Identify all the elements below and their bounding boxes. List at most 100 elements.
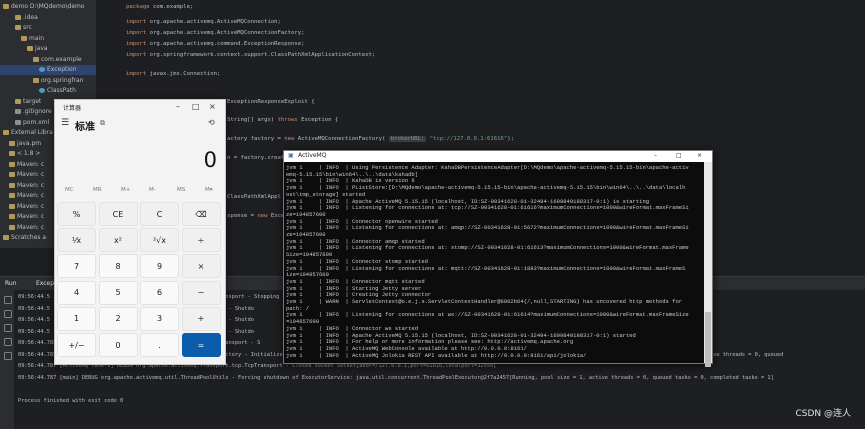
class-icon — [39, 67, 45, 72]
tree-item-label: org.springfran — [41, 76, 84, 84]
calc-key[interactable]: ÷ — [181, 228, 221, 253]
calc-key[interactable]: 6 — [140, 280, 179, 305]
amq-close-icon[interactable]: × — [697, 152, 702, 159]
calc-key[interactable]: ⅟x — [57, 228, 96, 253]
code-line: import org.apache.activemq.ActiveMQConne… — [126, 30, 305, 36]
file-icon — [15, 119, 21, 125]
calc-key[interactable]: 9 — [140, 254, 179, 279]
calc-key[interactable]: + — [181, 306, 221, 331]
tree-item-label: pom.xml — [23, 118, 50, 126]
console-line: Process finished with exit code 0 — [18, 397, 124, 404]
tree-item[interactable]: .idea — [0, 13, 96, 23]
menu-icon[interactable]: ☰ — [61, 118, 69, 128]
tree-item[interactable]: main — [0, 34, 96, 44]
memory-button[interactable]: M+ — [121, 187, 130, 193]
vertical-scrollbar[interactable] — [704, 162, 712, 367]
tree-item-label: target — [23, 97, 42, 105]
tree-item-label: Maven: c — [17, 160, 45, 168]
folder-icon — [27, 46, 33, 51]
code-line: package com.example; — [126, 4, 194, 10]
folder-icon — [9, 224, 15, 230]
calculator-window[interactable]: 计算器 – □ × ☰ 标准 ⧉ ⟲ 0 MC MR M+ M- MS M▾% CE C ⌫ ⅟x… — [54, 99, 226, 365]
calculator-title: 计算器 — [63, 105, 82, 112]
tree-item[interactable]: org.springfran — [0, 76, 96, 86]
calc-key[interactable]: . — [140, 333, 179, 357]
calc-key[interactable]: × — [181, 254, 221, 279]
calc-key[interactable]: +/− — [57, 333, 96, 357]
tree-item-label: < 1.8 > — [17, 150, 41, 157]
memory-button[interactable]: MC — [65, 187, 74, 193]
calc-key[interactable]: 8 — [98, 254, 138, 279]
calc-key[interactable]: 0 — [98, 333, 138, 357]
amq-minimize-icon[interactable]: – — [654, 152, 657, 159]
memory-button[interactable]: MS — [177, 187, 185, 193]
tab-run[interactable]: Run — [5, 280, 17, 287]
code-line: import org.apache.activemq.ActiveMQConne… — [126, 19, 281, 25]
tree-item-label: Maven: c — [17, 202, 45, 210]
activemq-log-line: jvm 1 | INFO | ActiveMQ Jolokia REST API… — [286, 351, 587, 359]
activemq-console-window[interactable]: ▣ ActiveMQ – □ × jvm 1 | INFO | Using Pe… — [283, 150, 713, 367]
memory-button[interactable]: M- — [149, 187, 156, 193]
tree-item[interactable]: demo D:\MQdemo\demo — [0, 2, 96, 12]
memory-button[interactable]: M▾ — [205, 187, 213, 193]
activemq-title: ActiveMQ — [298, 152, 327, 159]
tree-item[interactable]: java — [0, 44, 96, 54]
folder-icon — [9, 161, 15, 167]
amq-maximize-icon[interactable]: □ — [676, 152, 682, 159]
maximize-icon[interactable]: □ — [192, 102, 200, 111]
calc-key[interactable]: C — [140, 202, 179, 226]
scrollbar-thumb[interactable] — [705, 312, 711, 367]
calc-key[interactable]: 2 — [98, 306, 138, 331]
folder-icon — [15, 98, 21, 104]
tree-item[interactable]: src — [0, 23, 96, 33]
calc-key[interactable]: 3 — [140, 306, 179, 331]
folder-icon — [9, 214, 15, 219]
calc-key[interactable]: = — [181, 333, 221, 357]
calc-key[interactable]: ²√x — [140, 228, 179, 253]
activemq-titlebar[interactable]: ▣ ActiveMQ – □ × — [284, 151, 712, 162]
folder-icon — [9, 193, 15, 198]
folder-icon — [9, 203, 15, 209]
tree-item[interactable]: com.example — [0, 55, 96, 65]
trash-icon[interactable] — [4, 352, 12, 360]
tree-item-label: Maven: c — [17, 192, 45, 199]
folder-icon — [9, 140, 15, 146]
calculator-display: 0 — [203, 148, 217, 172]
memory-button[interactable]: MR — [93, 187, 102, 193]
calc-key[interactable]: 5 — [98, 280, 138, 305]
calc-key[interactable]: CE — [98, 202, 138, 226]
history-icon[interactable]: ⟲ — [208, 118, 215, 127]
scroll-to-end-icon[interactable] — [4, 324, 12, 332]
calculator-mode: 标准 — [75, 122, 95, 133]
folder-icon — [3, 4, 9, 9]
minimize-icon[interactable]: – — [176, 102, 180, 111]
console-toolbar — [0, 290, 14, 429]
calc-key[interactable]: 1 — [57, 306, 96, 331]
tree-item[interactable]: ClassPath — [0, 86, 96, 96]
calc-key[interactable]: 4 — [57, 280, 96, 305]
code-line: import javax.jms.Connection; — [126, 71, 221, 77]
calc-key[interactable]: 7 — [57, 254, 96, 279]
calc-key[interactable]: ⌫ — [181, 202, 221, 226]
print-icon[interactable] — [4, 338, 12, 346]
tree-item-label: main — [29, 34, 44, 42]
calc-key[interactable]: − — [181, 280, 221, 305]
folder-icon — [15, 14, 21, 20]
folder-icon — [9, 172, 15, 177]
calc-key[interactable]: x² — [98, 228, 138, 253]
tree-item-label: Scratches a — [11, 234, 47, 241]
folder-icon — [9, 182, 15, 188]
tree-item[interactable]: Exception — [0, 65, 96, 75]
stop-icon[interactable] — [4, 310, 12, 318]
console-app-icon: ▣ — [288, 152, 294, 159]
close-icon[interactable]: × — [209, 102, 216, 111]
calc-key[interactable]: % — [57, 202, 96, 226]
tree-item-label: demo D:\MQdemo\demo — [11, 3, 85, 10]
tree-item-label: .gitignore — [23, 108, 52, 115]
tree-item-label: com.example — [41, 55, 82, 63]
code-line: import org.apache.activemq.command.Excep… — [126, 41, 305, 47]
folder-icon — [3, 130, 9, 135]
tree-item-label: Maven: c — [17, 213, 45, 220]
rerun-icon[interactable] — [4, 296, 12, 304]
keep-on-top-icon[interactable]: ⧉ — [100, 119, 105, 128]
